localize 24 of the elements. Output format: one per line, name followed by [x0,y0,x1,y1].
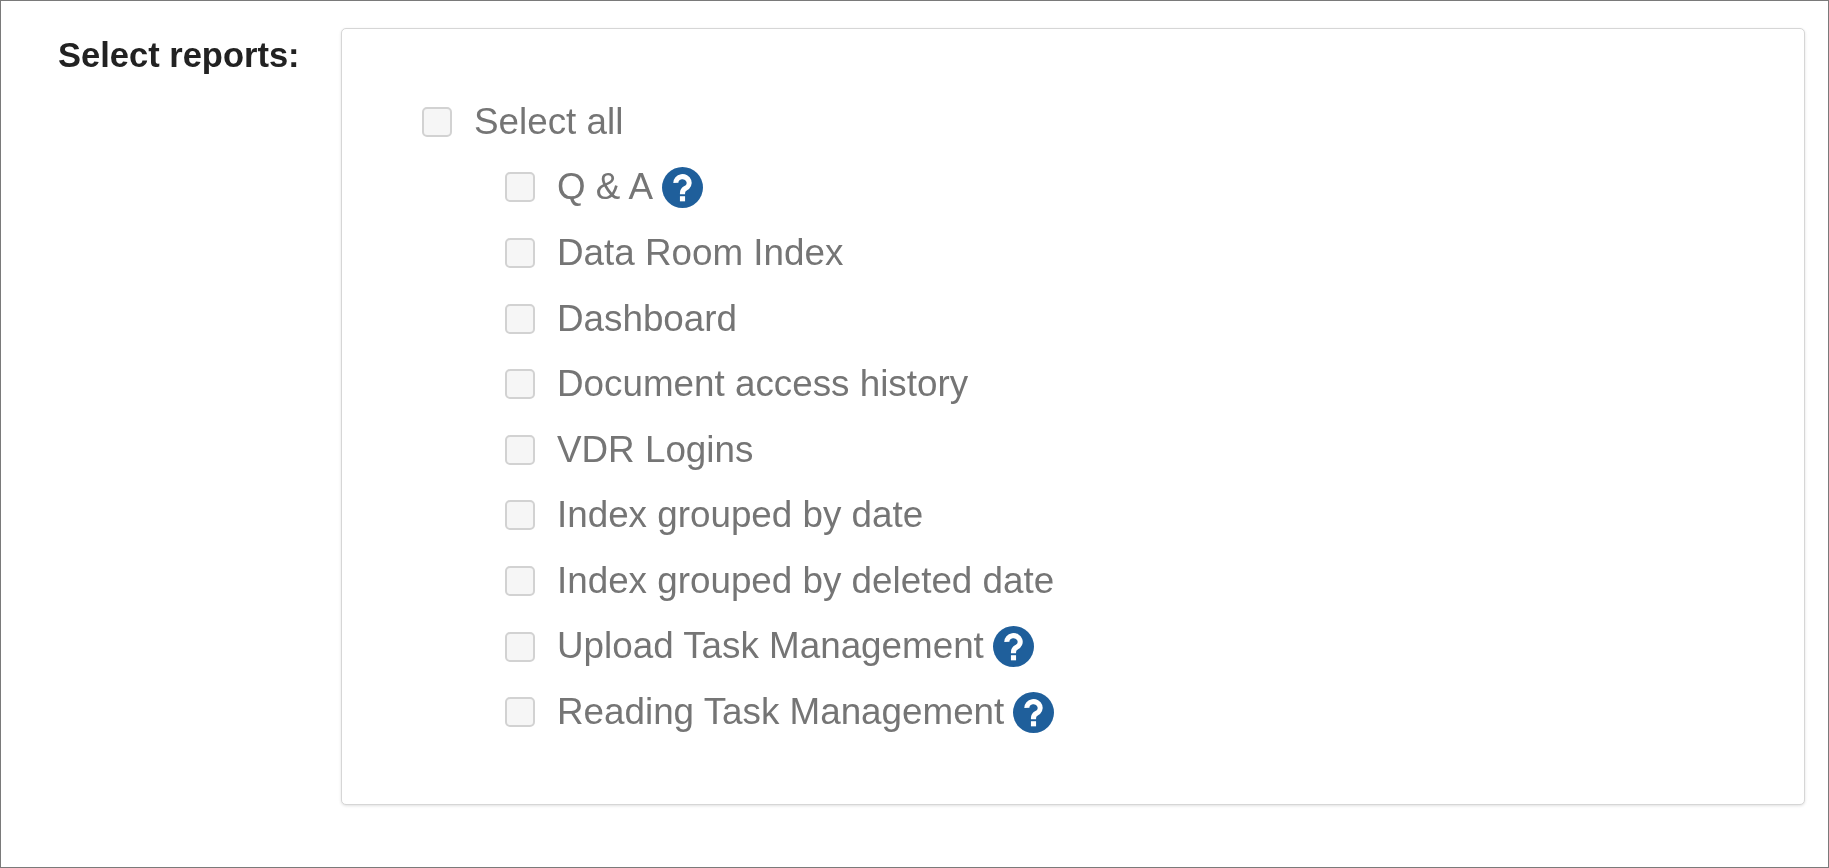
checkbox-label[interactable]: Upload Task Management [557,624,984,669]
checkbox-label[interactable]: Document access history [557,362,969,407]
checkbox[interactable] [505,631,535,662]
checkbox[interactable] [505,369,535,400]
checkbox[interactable] [505,303,535,334]
checkbox[interactable] [505,238,535,268]
checkbox-label[interactable]: Dashboard [557,296,737,341]
checkbox-label[interactable]: Q & A [557,165,654,210]
checkbox-label[interactable]: Index grouped by date [557,493,924,538]
checkbox[interactable] [505,565,535,596]
checkbox[interactable] [422,106,452,137]
help-icon[interactable] [992,626,1034,668]
checkbox[interactable] [505,172,535,203]
help-icon[interactable] [662,166,704,208]
checkbox-label[interactable]: Data Room Index [557,230,844,276]
checkbox[interactable] [505,697,535,728]
checkbox[interactable] [505,434,535,465]
checkbox-label[interactable]: Reading Task Management [557,690,1005,735]
help-icon[interactable] [1013,691,1055,733]
checkbox-label[interactable]: VDR Logins [557,427,754,472]
checkbox-label[interactable]: Select all [474,99,624,144]
checkbox[interactable] [505,500,535,531]
field-label: Select reports: [58,35,301,76]
checkbox-label[interactable]: Index grouped by deleted date [557,558,1055,604]
